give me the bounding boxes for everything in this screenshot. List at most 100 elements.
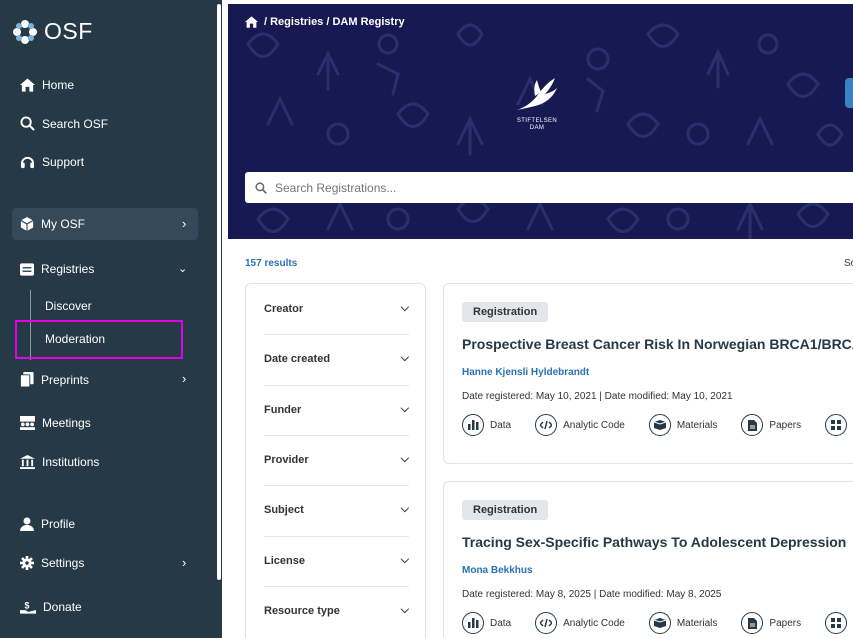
card-author[interactable]: Hanne Kjensli Hyldebrandt [462, 367, 589, 378]
nav-meetings[interactable]: Meetings [20, 416, 91, 430]
nav-support-label: Support [42, 155, 85, 169]
preprints-icon [20, 372, 34, 387]
nav-institutions-label: Institutions [42, 455, 100, 469]
nav-donate[interactable]: $ Donate [20, 600, 82, 614]
resource-analytic-code[interactable]: Analytic Code [535, 612, 625, 634]
nav-meetings-label: Meetings [42, 416, 91, 430]
filter-panel: Creator ⌵ Date created ⌵ Funder ⌵ Provider ⌵… [245, 283, 426, 638]
filter-divider [264, 485, 409, 486]
registration-card: Registration Prospective Breast Cancer R… [443, 283, 853, 464]
card-title[interactable]: Tracing Sex-Specific Pathways To Adolesc… [462, 534, 846, 550]
sidebar-scrollbar[interactable] [217, 4, 221, 580]
brand-line-1: STIFTELSEN [516, 118, 558, 124]
resource-label: Papers [769, 419, 802, 431]
nav-myosf[interactable]: My OSF [20, 217, 85, 231]
nav-discover[interactable]: Discover [45, 299, 92, 313]
chevron-right-icon[interactable]: › [182, 555, 186, 570]
nav-institutions[interactable]: Institutions [20, 455, 99, 469]
nav-preprints[interactable]: Preprints [20, 372, 89, 387]
filter-divider [264, 385, 409, 386]
sort-label[interactable]: So [844, 258, 853, 269]
resource-materials[interactable]: Materials [648, 414, 718, 436]
filter-divider [264, 536, 409, 537]
resource-label: Analytic Code [563, 419, 625, 431]
svg-text:$: $ [24, 600, 29, 610]
nav-home-label: Home [42, 78, 75, 92]
breadcrumb-path[interactable]: / Registries / DAM Registry [264, 16, 405, 28]
results-count: 157 results [245, 258, 298, 269]
filter-label: Resource type [264, 604, 340, 617]
gear-icon [20, 556, 34, 570]
filter-date-created[interactable]: Date created ⌵ [264, 352, 409, 365]
nav-preprints-label: Preprints [41, 372, 90, 387]
chevron-down-icon: ⌵ [400, 554, 409, 566]
nav-search[interactable]: Search OSF [20, 116, 108, 131]
resource-label: Data [490, 617, 512, 629]
resource-materials[interactable]: Materials [648, 612, 717, 634]
moderation-highlight [15, 320, 183, 359]
chevron-down-icon: ⌵ [400, 352, 409, 364]
resource-more[interactable] [825, 414, 848, 436]
resource-more[interactable] [825, 612, 848, 634]
nav-home[interactable]: Home [20, 78, 74, 92]
nav-settings[interactable]: Settings [20, 556, 84, 570]
search-input[interactable] [275, 180, 675, 195]
registry-banner: / Registries / DAM Registry STIFTELSEN D… [228, 4, 853, 239]
resource-analytic-code[interactable]: Analytic Code [535, 414, 625, 436]
resource-data[interactable]: Data [462, 612, 511, 634]
filter-divider [264, 586, 409, 587]
resource-papers[interactable]: Papers [741, 414, 801, 436]
nav-profile-label: Profile [41, 517, 76, 531]
resource-label: Materials [676, 419, 718, 431]
file-icon [741, 414, 764, 436]
search-bar[interactable] [245, 172, 853, 203]
card-title[interactable]: Prospective Breast Cancer Risk In Norweg… [462, 336, 853, 352]
filter-label: Funder [264, 403, 302, 416]
code-icon [535, 414, 558, 436]
banner-action-button[interactable] [845, 78, 853, 108]
filter-label: License [264, 554, 305, 567]
bar-chart-icon [462, 414, 484, 436]
main-content: / Registries / DAM Registry STIFTELSEN D… [228, 4, 853, 638]
user-icon [20, 517, 34, 531]
box-icon [648, 612, 671, 634]
nav-myosf-label: My OSF [41, 217, 85, 231]
chevron-down-icon[interactable]: ⌄ [178, 262, 187, 275]
grid-icon [825, 414, 848, 436]
chevron-down-icon: ⌵ [400, 604, 409, 616]
chevron-down-icon: ⌵ [400, 453, 409, 465]
code-icon [535, 612, 558, 634]
filter-creator[interactable]: Creator ⌵ [264, 302, 409, 315]
meetings-icon [20, 416, 35, 430]
nav-settings-label: Settings [41, 556, 85, 570]
file-icon [741, 612, 764, 634]
box-icon [648, 414, 671, 436]
resource-label: Analytic Code [563, 617, 625, 629]
filter-provider[interactable]: Provider ⌵ [264, 453, 409, 466]
filter-license[interactable]: License ⌵ [264, 554, 409, 567]
card-author[interactable]: Mona Bekkhus [462, 565, 533, 576]
type-badge: Registration [462, 500, 549, 520]
resource-label: Data [490, 419, 512, 431]
sidebar: OSF Home Search OSF Support My OSF › Reg… [0, 0, 222, 638]
bird-icon [517, 78, 557, 110]
chevron-down-icon: ⌵ [400, 403, 409, 415]
osf-logo-icon [13, 19, 37, 44]
chevron-right-icon[interactable]: › [182, 216, 186, 231]
filter-resource-type[interactable]: Resource type ⌵ [264, 604, 409, 617]
home-icon[interactable] [245, 16, 258, 28]
search-icon [255, 181, 267, 194]
filter-funder[interactable]: Funder ⌵ [264, 403, 409, 416]
filter-subject[interactable]: Subject ⌵ [264, 503, 409, 516]
nav-registries-label: Registries [41, 262, 95, 276]
osf-logo[interactable]: OSF [12, 18, 93, 45]
nav-registries[interactable]: Registries [20, 262, 94, 276]
nav-support[interactable]: Support [20, 155, 84, 169]
nav-profile[interactable]: Profile [20, 517, 75, 531]
resource-papers[interactable]: Papers [741, 612, 801, 634]
resource-data[interactable]: Data [462, 414, 511, 436]
grid-icon [825, 612, 848, 634]
registries-icon [20, 262, 34, 276]
chevron-right-icon[interactable]: › [182, 371, 186, 386]
cube-icon [20, 217, 34, 231]
